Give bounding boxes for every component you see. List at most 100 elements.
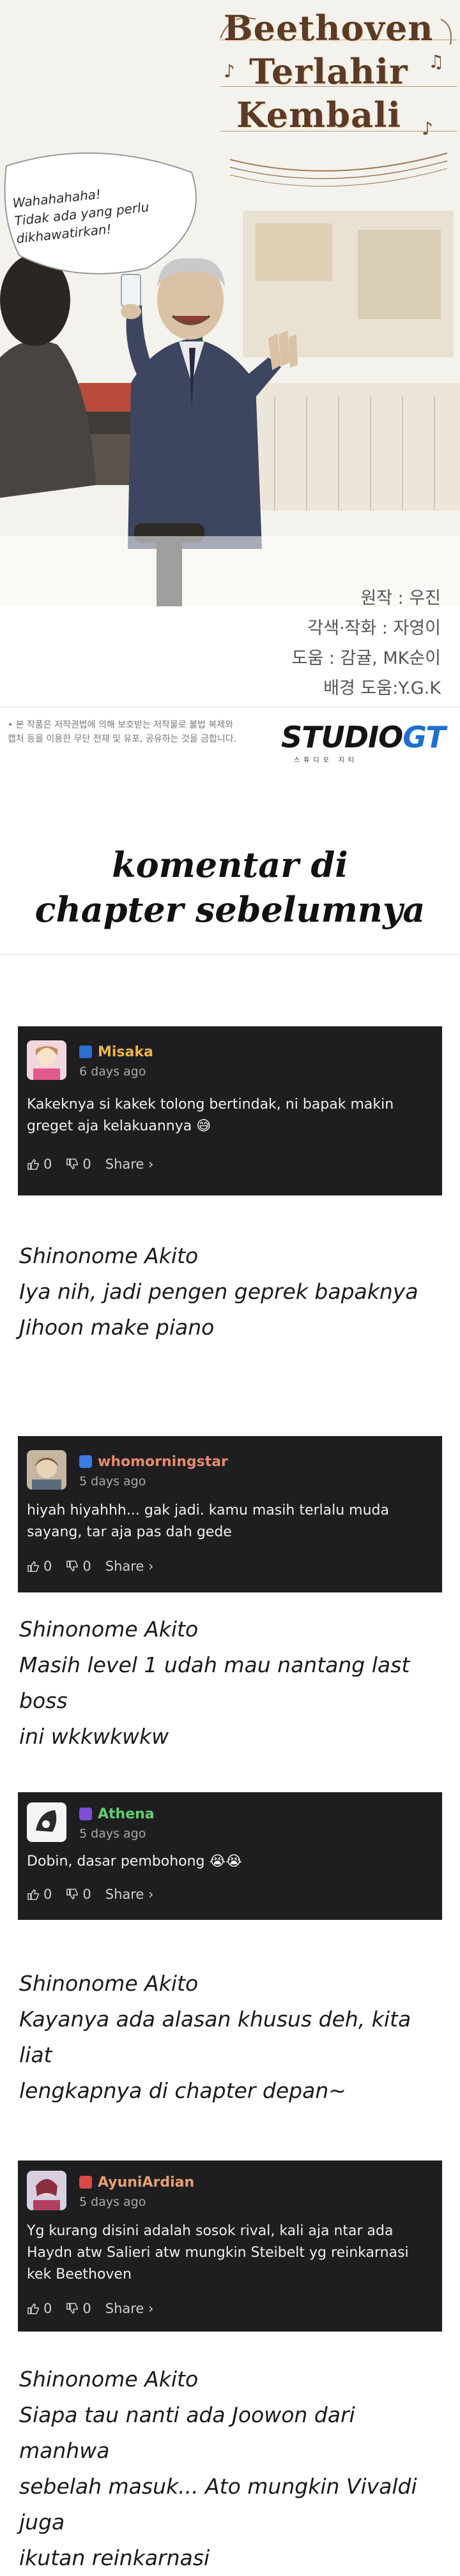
reply-block: Shinonome Akito Masih level 1 udah mau n… (19, 1612, 447, 1755)
dislike-count: 0 (82, 1559, 91, 1574)
credit-art: 각색·작화 : 자영이 (307, 618, 441, 638)
comment-time: 5 days ago (79, 2195, 146, 2209)
reply-line: Jihoon make piano (19, 1315, 215, 1340)
comment-card: whomorningstar 5 days ago hiyah hiyahhh.… (18, 1436, 442, 1592)
comment-time: 6 days ago (79, 1065, 146, 1079)
dislike-button[interactable]: 0 (66, 1559, 91, 1574)
credit-assist: 도움 : 감귤, MK순이 (291, 648, 441, 668)
like-count: 0 (43, 1559, 52, 1574)
comment-time: 5 days ago (79, 1474, 146, 1488)
user-badge-icon (79, 1045, 92, 1058)
comment-actions: 0 0 Share › (27, 2301, 167, 2316)
studio-name: STUDIO (281, 720, 403, 754)
dislike-count: 0 (82, 1157, 91, 1172)
studio-logo: STUDIOGT 스튜디오 지티 (281, 720, 447, 764)
comment-line: Dobin, dasar pembohong 😭😭 (27, 1853, 242, 1869)
copyright-notice: • 본 작품은 저작권법에 의해 보호받는 저작물로 불법 복제와 캡처 등을 … (8, 718, 289, 746)
credit-original: 원작 : 우진 (360, 588, 441, 608)
music-note-icon: ♪ (422, 118, 433, 139)
user-badge-icon (79, 1455, 92, 1468)
comment-username[interactable]: Athena (98, 1806, 155, 1822)
dislike-button[interactable]: 0 (66, 1887, 91, 1902)
dislike-count: 0 (82, 2301, 91, 2316)
dislike-count: 0 (82, 1887, 91, 1902)
dislike-button[interactable]: 0 (66, 2301, 91, 2316)
reply-line: Iya nih, jadi pengen geprek bapaknya (19, 1279, 418, 1304)
comment-time: 5 days ago (79, 1827, 146, 1841)
comment-actions: 0 0 Share › (27, 1157, 167, 1172)
reply-author: Shinonome Akito (19, 2367, 199, 2392)
comment-username[interactable]: Misaka (98, 1044, 153, 1060)
comment-line: kek Beethoven (27, 2266, 132, 2282)
thumbs-down-icon (66, 1158, 79, 1170)
reply-block: Shinonome Akito Iya nih, jadi pengen gep… (19, 1238, 447, 1345)
comment-line: Yg kurang disini adalah sosok rival, kal… (27, 2223, 394, 2239)
comment-line: Haydn atw Salieri atw mungkin Steibelt y… (27, 2245, 409, 2261)
comment-line: greget aja kelakuannya 😅 (27, 1118, 211, 1134)
reply-line: sebelah masuk... Ato mungkin Vivaldi jug… (19, 2474, 417, 2535)
heading-line: chapter sebelumnya (34, 889, 425, 930)
share-button[interactable]: Share › (105, 1559, 154, 1574)
reply-author: Shinonome Akito (19, 1617, 199, 1642)
comment-line: hiyah hiyahhh... gak jadi. kamu masih te… (27, 1502, 389, 1518)
divider (0, 954, 460, 955)
reply-line: Siapa tau nanti ada Joowon dari manhwa (19, 2402, 355, 2463)
reply-line: ikutan reinkarnasi (19, 2545, 210, 2570)
music-note-icon: ♫ (428, 51, 445, 72)
thumbs-up-icon (27, 1158, 39, 1170)
comment-line: Kakeknya si kakek tolong bertindak, ni b… (27, 1097, 394, 1112)
like-button[interactable]: 0 (27, 1157, 52, 1172)
heading-line: komentar di (112, 844, 348, 885)
reply-line: Masih level 1 udah mau nantang last boss (19, 1652, 410, 1713)
notice-line: 캡처 등을 이용한 무단 전재 및 유포, 공유하는 것을 금합니다. (8, 734, 237, 744)
share-button[interactable]: Share › (105, 1157, 154, 1172)
avatar[interactable] (27, 1802, 66, 1842)
reply-author: Shinonome Akito (19, 1971, 199, 1996)
like-button[interactable]: 0 (27, 1559, 52, 1574)
dislike-button[interactable]: 0 (66, 1157, 91, 1172)
comment-line: sayang, tar aja pas dah gede (27, 1524, 232, 1540)
reply-author: Shinonome Akito (19, 1243, 199, 1268)
thumbs-up-icon (27, 1561, 39, 1572)
thumbs-up-icon (27, 2303, 39, 2314)
studio-subtitle: 스튜디오 지티 (294, 757, 358, 764)
like-count: 0 (43, 2301, 52, 2316)
thumbs-down-icon (66, 1561, 79, 1572)
like-button[interactable]: 0 (27, 1887, 52, 1902)
comment-body: Yg kurang disini adalah sosok rival, kal… (27, 2220, 436, 2286)
comment-body: hiyah hiyahhh... gak jadi. kamu masih te… (27, 1500, 436, 1543)
comment-body: Dobin, dasar pembohong 😭😭 (27, 1851, 436, 1873)
comment-actions: 0 0 Share › (27, 1559, 167, 1574)
avatar[interactable] (27, 1040, 66, 1080)
thumbs-down-icon (66, 2303, 79, 2314)
like-button[interactable]: 0 (27, 2301, 52, 2316)
avatar[interactable] (27, 2171, 66, 2210)
reply-block: Shinonome Akito Siapa tau nanti ada Joow… (19, 2362, 447, 2576)
title-line-1: Beethoven (224, 8, 434, 49)
share-button[interactable]: Share › (105, 2301, 154, 2316)
reply-line: lengkapnya di chapter depan~ (19, 2078, 346, 2103)
thumbs-up-icon (27, 1889, 39, 1900)
comment-body: Kakeknya si kakek tolong bertindak, ni b… (27, 1094, 436, 1137)
user-badge-icon (79, 2176, 92, 2189)
like-count: 0 (43, 1887, 52, 1902)
comment-card: AyuniArdian 5 days ago Yg kurang disini … (18, 2160, 442, 2332)
title-artwork: Beethoven Terlahir Kembali ♪ ♫ ♪ Wahahah… (0, 0, 460, 606)
comment-username[interactable]: AyuniArdian (98, 2175, 194, 2190)
comment-username[interactable]: whomorningstar (98, 1454, 228, 1470)
studio-name-accent: GT (402, 720, 445, 754)
avatar[interactable] (27, 1450, 66, 1490)
reply-line: Kayanya ada alasan khusus deh, kita liat (19, 2007, 411, 2067)
notice-line: • 본 작품은 저작권법에 의해 보호받는 저작물로 불법 복제와 (8, 720, 233, 730)
credit-background: 배경 도움:Y.G.K (323, 678, 441, 698)
share-button[interactable]: Share › (105, 1887, 154, 1902)
music-note-icon: ♪ (224, 61, 235, 82)
comment-actions: 0 0 Share › (27, 1887, 167, 1902)
like-count: 0 (43, 1157, 52, 1172)
reply-block: Shinonome Akito Kayanya ada alasan khusu… (19, 1966, 447, 2109)
comment-card: Athena 5 days ago Dobin, dasar pembohong… (18, 1792, 442, 1920)
thumbs-down-icon (66, 1889, 79, 1900)
reply-line: ini wkkwkwkw (19, 1724, 169, 1749)
section-heading: komentar di chapter sebelumnya (0, 842, 460, 932)
user-badge-icon (79, 1808, 92, 1820)
